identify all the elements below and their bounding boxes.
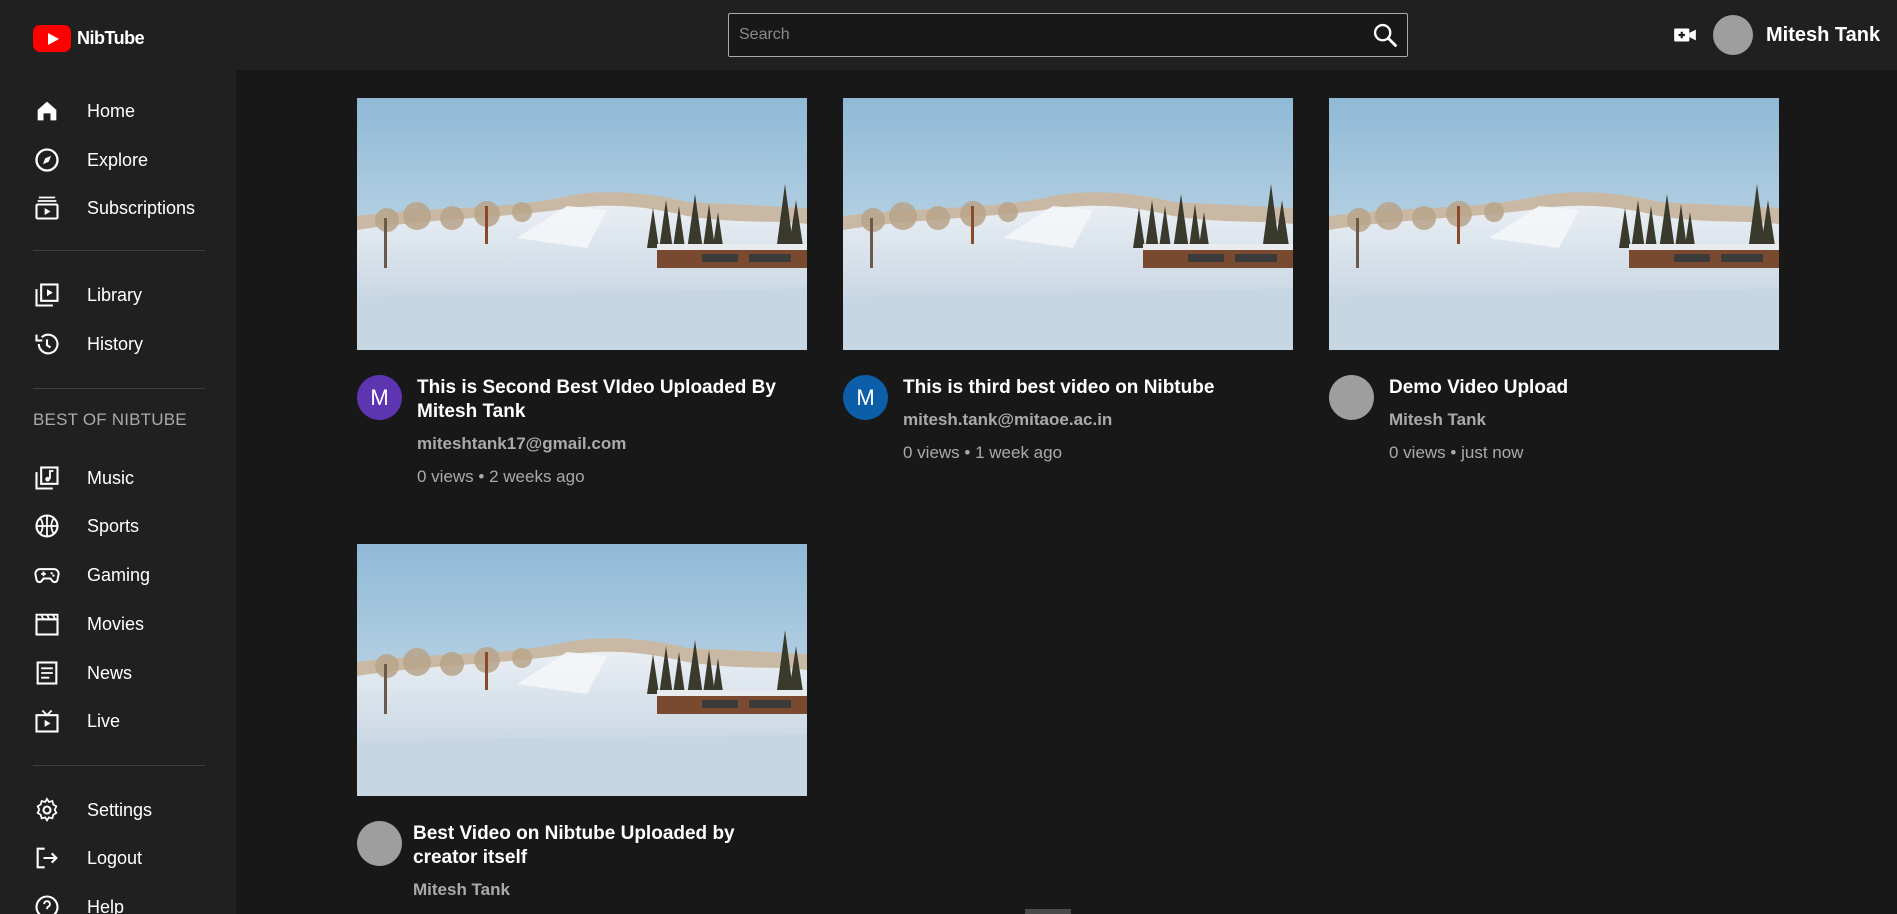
sidebar-item-explore[interactable]: Explore bbox=[0, 138, 236, 182]
search-box bbox=[728, 13, 1408, 57]
channel-name[interactable]: mitesh.tank@mitaoe.ac.in bbox=[903, 410, 1112, 430]
video-title[interactable]: Best Video on Nibtube Uploaded by creato… bbox=[413, 822, 803, 870]
sidebar-item-label: History bbox=[87, 333, 144, 354]
video-thumbnail[interactable] bbox=[1329, 98, 1779, 350]
sidebar-item-label: Gaming bbox=[87, 564, 151, 585]
sidebar-item-label: Library bbox=[87, 284, 143, 305]
settings-icon bbox=[36, 797, 58, 823]
sports-icon bbox=[35, 514, 59, 538]
play-logo-icon bbox=[33, 25, 71, 52]
channel-avatar[interactable] bbox=[357, 821, 402, 866]
sidebar-item-label: News bbox=[87, 662, 133, 683]
sidebar-item-sports[interactable]: Sports bbox=[0, 504, 236, 548]
nibtube-logo[interactable]: NibTube bbox=[33, 25, 145, 52]
section-title-best-of: BEST OF NIBTUBE bbox=[33, 410, 187, 429]
video-thumbnail[interactable] bbox=[357, 544, 807, 796]
avatar-letter: M bbox=[370, 384, 389, 410]
view-count: 0 views bbox=[417, 467, 474, 486]
view-count: 0 views bbox=[903, 443, 960, 462]
video-title[interactable]: This is Second Best VIdeo Uploaded By Mi… bbox=[417, 376, 797, 424]
channel-name[interactable]: miteshtank17@gmail.com bbox=[417, 434, 626, 454]
video-thumbnail[interactable] bbox=[357, 98, 807, 350]
video-card[interactable]: Demo Video Upload Mitesh Tank 0 views • … bbox=[1329, 98, 1779, 468]
sidebar-item-label: Help bbox=[87, 896, 125, 914]
gaming-icon bbox=[34, 568, 60, 584]
sidebar-item-logout[interactable]: Logout bbox=[0, 836, 236, 880]
sidebar-item-subscriptions[interactable]: Subscriptions bbox=[0, 186, 236, 230]
news-icon bbox=[36, 661, 58, 685]
channel-name[interactable]: Mitesh Tank bbox=[1389, 410, 1486, 430]
live-icon bbox=[35, 709, 59, 733]
sidebar: Home Explore Subscriptions Library Histo… bbox=[0, 70, 236, 914]
sidebar-divider bbox=[33, 388, 205, 389]
logout-icon bbox=[36, 847, 58, 869]
video-title[interactable]: Demo Video Upload bbox=[1389, 376, 1769, 400]
channel-avatar[interactable]: M bbox=[357, 375, 402, 420]
video-add-icon[interactable] bbox=[1672, 22, 1698, 48]
help-icon bbox=[35, 895, 59, 914]
view-count: 0 views bbox=[1389, 443, 1446, 462]
user-avatar[interactable] bbox=[1713, 15, 1753, 55]
video-meta: 0 views • 1 week ago bbox=[903, 443, 1063, 462]
sidebar-item-gaming[interactable]: Gaming bbox=[0, 553, 236, 597]
history-icon bbox=[35, 333, 59, 355]
top-bar: NibTube Mitesh Tank bbox=[0, 0, 1897, 70]
channel-avatar[interactable] bbox=[1329, 375, 1374, 420]
sidebar-item-label: Explore bbox=[87, 149, 149, 170]
sidebar-item-label: Home bbox=[87, 100, 136, 121]
sidebar-item-live[interactable]: Live bbox=[0, 699, 236, 743]
sidebar-item-settings[interactable]: Settings bbox=[0, 788, 236, 832]
sidebar-item-label: Live bbox=[87, 710, 121, 731]
sidebar-item-label: Movies bbox=[87, 613, 145, 634]
sidebar-item-home[interactable]: Home bbox=[0, 89, 236, 133]
upload-age: 2 weeks ago bbox=[489, 467, 585, 486]
sidebar-item-label: Settings bbox=[87, 799, 153, 820]
sidebar-item-label: Music bbox=[87, 467, 135, 488]
sidebar-item-library[interactable]: Library bbox=[0, 273, 236, 317]
sidebar-item-help[interactable]: Help bbox=[0, 885, 236, 914]
sidebar-item-movies[interactable]: Movies bbox=[0, 602, 236, 646]
video-title[interactable]: This is third best video on Nibtube bbox=[903, 376, 1283, 400]
video-card[interactable]: M This is third best video on Nibtube mi… bbox=[843, 98, 1293, 468]
channel-avatar[interactable]: M bbox=[843, 375, 888, 420]
video-meta: 0 views • 2 weeks ago bbox=[417, 467, 585, 486]
sidebar-item-music[interactable]: Music bbox=[0, 456, 236, 500]
search-icon[interactable] bbox=[1371, 21, 1399, 49]
sidebar-item-news[interactable]: News bbox=[0, 651, 236, 695]
compass-icon bbox=[35, 148, 59, 172]
sidebar-item-history[interactable]: History bbox=[0, 322, 236, 366]
video-card[interactable]: Best Video on Nibtube Uploaded by creato… bbox=[357, 544, 807, 914]
channel-name[interactable]: Mitesh Tank bbox=[413, 880, 510, 900]
upload-age: 1 week ago bbox=[975, 443, 1063, 462]
video-card[interactable]: M This is Second Best VIdeo Uploaded By … bbox=[357, 98, 807, 498]
music-icon bbox=[35, 466, 59, 490]
sidebar-item-label: Logout bbox=[87, 847, 143, 868]
sidebar-item-label: Subscriptions bbox=[87, 197, 196, 218]
sidebar-item-label: Sports bbox=[87, 515, 140, 536]
upload-age: just now bbox=[1461, 443, 1524, 462]
sidebar-divider bbox=[33, 250, 205, 251]
library-icon bbox=[35, 283, 59, 307]
app-name: NibTube bbox=[77, 28, 145, 48]
search-input[interactable] bbox=[729, 14, 1349, 56]
scrollbar-thumb[interactable] bbox=[1025, 909, 1071, 914]
home-icon bbox=[37, 101, 57, 121]
video-thumbnail[interactable] bbox=[843, 98, 1293, 350]
movies-icon bbox=[35, 613, 59, 636]
sidebar-divider bbox=[33, 765, 205, 766]
video-meta: 0 views • just now bbox=[1389, 443, 1524, 462]
avatar-letter: M bbox=[856, 384, 875, 410]
user-name[interactable]: Mitesh Tank bbox=[1766, 24, 1880, 47]
subscriptions-icon bbox=[35, 196, 59, 220]
